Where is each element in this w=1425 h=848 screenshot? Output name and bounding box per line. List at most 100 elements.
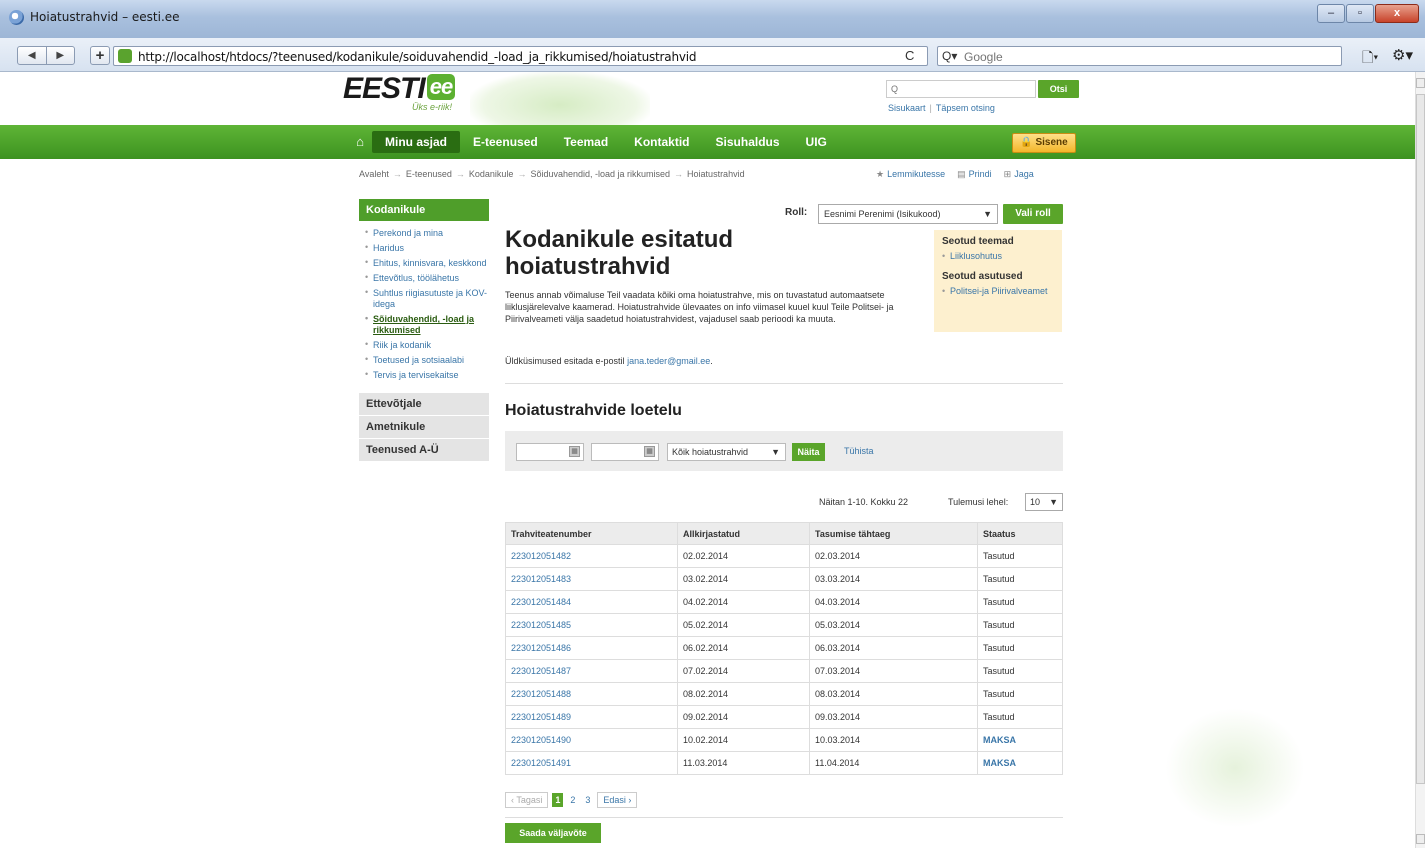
close-button[interactable]: x — [1375, 4, 1419, 23]
pay-link[interactable]: MAKSA — [977, 751, 1063, 775]
page-number-current[interactable]: 1 — [552, 793, 564, 807]
fine-number-link[interactable]: 223012051487 — [505, 659, 678, 683]
column-header-signed[interactable]: Allkirjastatud — [677, 522, 810, 545]
role-select[interactable]: Eesnimi Perenimi (Isikukood) ▼ — [818, 204, 998, 224]
related-agency-link[interactable]: Politsei-ja Piirivalveamet — [942, 286, 1054, 296]
maximize-button[interactable]: ▫ — [1346, 4, 1374, 23]
main-nav-bar: ⌂ Minu asjad E-teenused Teemad Kontaktid… — [0, 125, 1425, 159]
column-header-due-date[interactable]: Tasumise tähtaeg — [809, 522, 978, 545]
minimize-button[interactable]: – — [1317, 4, 1345, 23]
fine-number-link[interactable]: 223012051484 — [505, 590, 678, 614]
table-row: 223012051491 11.03.2014 11.04.2014 MAKSA — [505, 751, 1063, 775]
browser-search-box[interactable]: Q▾ — [937, 46, 1342, 66]
tools-menu-icon[interactable]: ⚙▾ — [1392, 46, 1413, 64]
breadcrumb-item[interactable]: Kodanikule — [469, 169, 514, 179]
fine-number-link[interactable]: 223012051483 — [505, 567, 678, 591]
due-date-cell: 02.03.2014 — [809, 544, 978, 568]
site-search-input[interactable] — [887, 81, 1035, 97]
date-from-input[interactable]: ▦ — [516, 443, 584, 461]
sidebar-item[interactable]: Toetused ja sotsiaalabi — [359, 354, 489, 369]
next-page-button[interactable]: Edasi › — [597, 792, 638, 808]
print-label: Prindi — [968, 169, 992, 179]
sidebar-item[interactable]: Tervis ja tervisekaitse — [359, 369, 489, 384]
fine-type-select[interactable]: Kõik hoiatustrahvid ▼ — [667, 443, 786, 461]
scroll-thumb[interactable] — [1416, 94, 1425, 784]
address-bar[interactable]: http://localhost/htdocs/?teenused/kodani… — [113, 46, 928, 66]
tab-sisuhaldus[interactable]: Sisuhaldus — [703, 131, 793, 153]
results-info: Näitan 1-10. Kokku 22 — [819, 497, 909, 507]
forward-button[interactable]: ▶ — [47, 47, 75, 64]
per-page-select[interactable]: 10 ▼ — [1025, 493, 1063, 511]
status-cell: Tasutud — [977, 590, 1063, 614]
login-button[interactable]: 🔒 Sisene — [1012, 133, 1076, 153]
site-logo[interactable]: EESTI ee — [343, 72, 456, 106]
sidebar-heading-kodanikule[interactable]: Kodanikule — [359, 199, 489, 221]
calendar-icon[interactable]: ▦ — [569, 446, 580, 457]
pay-link[interactable]: MAKSA — [977, 728, 1063, 752]
scroll-up-arrow[interactable] — [1416, 78, 1425, 88]
column-header-number[interactable]: Trahviteatenumber — [505, 522, 678, 545]
sidebar-item[interactable]: Haridus — [359, 242, 489, 257]
reload-icon[interactable]: C — [905, 48, 914, 63]
print-link[interactable]: ▤ Prindi — [957, 169, 992, 180]
background-leaf-decoration — [1165, 708, 1305, 828]
prev-page-button[interactable]: ‹ Tagasi — [505, 792, 549, 808]
sitemap-link[interactable]: Sisukaart — [888, 103, 926, 113]
browser-search-input[interactable] — [964, 49, 1324, 64]
favorites-label: Lemmikutesse — [887, 169, 946, 179]
site-search-button[interactable]: Otsi — [1038, 80, 1079, 98]
main-nav-tabs: ⌂ Minu asjad E-teenused Teemad Kontaktid… — [348, 131, 840, 153]
tab-uig[interactable]: UIG — [793, 131, 840, 153]
fine-number-link[interactable]: 223012051486 — [505, 636, 678, 660]
sidebar-item[interactable]: Ehitus, kinnisvara, keskkond — [359, 257, 489, 272]
cancel-link[interactable]: Tühista — [844, 446, 874, 456]
sidebar-item[interactable]: Suhtlus riigiasutuste ja KOV-idega — [359, 287, 489, 313]
favorites-link[interactable]: ★ Lemmikutesse — [876, 169, 945, 180]
contact-email-link[interactable]: jana.teder@gmail.ee — [627, 356, 710, 366]
sidebar-item[interactable]: Riik ja kodanik — [359, 339, 489, 354]
column-header-status[interactable]: Staatus — [977, 522, 1063, 545]
printer-icon: ▤ — [957, 169, 966, 179]
new-tab-button[interactable]: + — [90, 46, 110, 65]
sidebar-section-teenused[interactable]: Teenused A-Ü — [359, 439, 489, 461]
breadcrumb-item[interactable]: Avaleht — [359, 169, 389, 179]
search-engine-icon[interactable]: Q▾ — [942, 49, 957, 63]
date-to-input[interactable]: ▦ — [591, 443, 659, 461]
advanced-search-link[interactable]: Täpsem otsing — [936, 103, 995, 113]
fine-number-link[interactable]: 223012051482 — [505, 544, 678, 568]
back-button[interactable]: ◀ — [18, 47, 47, 64]
related-topic-link[interactable]: Liiklusohutus — [942, 251, 1054, 261]
page-scrollbar[interactable] — [1415, 72, 1425, 848]
site-search-field[interactable] — [886, 80, 1036, 98]
sidebar-item-active[interactable]: Sõiduvahendid, -load ja rikkumised — [359, 313, 489, 339]
tab-minu-asjad[interactable]: Minu asjad — [372, 131, 461, 153]
fine-number-link[interactable]: 223012051485 — [505, 613, 678, 637]
send-statement-button[interactable]: Saada väljavõte — [505, 823, 601, 843]
fine-number-link[interactable]: 223012051490 — [505, 728, 678, 752]
page-number[interactable]: 3 — [582, 793, 593, 807]
url-text[interactable]: http://localhost/htdocs/?teenused/kodani… — [138, 50, 696, 64]
tab-kontaktid[interactable]: Kontaktid — [621, 131, 702, 153]
page-number[interactable]: 2 — [567, 793, 578, 807]
header-leaf-decoration — [470, 72, 650, 127]
choose-role-button[interactable]: Vali roll — [1003, 204, 1063, 224]
fine-number-link[interactable]: 223012051488 — [505, 682, 678, 706]
breadcrumb-item[interactable]: E-teenused — [406, 169, 452, 179]
tab-teemad[interactable]: Teemad — [551, 131, 621, 153]
breadcrumb-arrow-icon: → — [517, 169, 527, 179]
calendar-icon[interactable]: ▦ — [644, 446, 655, 457]
page-menu-icon[interactable]: 🗋▾ — [1362, 47, 1378, 71]
show-button[interactable]: Näita — [792, 443, 825, 461]
home-icon[interactable]: ⌂ — [348, 131, 372, 153]
sidebar-section-ametnikule[interactable]: Ametnikule — [359, 416, 489, 438]
scroll-down-arrow[interactable] — [1416, 834, 1425, 844]
tab-e-teenused[interactable]: E-teenused — [460, 131, 551, 153]
sidebar-item[interactable]: Perekond ja mina — [359, 227, 489, 242]
status-cell: Tasutud — [977, 567, 1063, 591]
share-link[interactable]: ⊞ Jaga — [1004, 169, 1034, 180]
sidebar-item[interactable]: Ettevõtlus, töölähetus — [359, 272, 489, 287]
sidebar-section-ettevotjale[interactable]: Ettevõtjale — [359, 393, 489, 415]
fine-number-link[interactable]: 223012051489 — [505, 705, 678, 729]
fine-number-link[interactable]: 223012051491 — [505, 751, 678, 775]
breadcrumb-item[interactable]: Sõiduvahendid, -load ja rikkumised — [530, 169, 670, 179]
